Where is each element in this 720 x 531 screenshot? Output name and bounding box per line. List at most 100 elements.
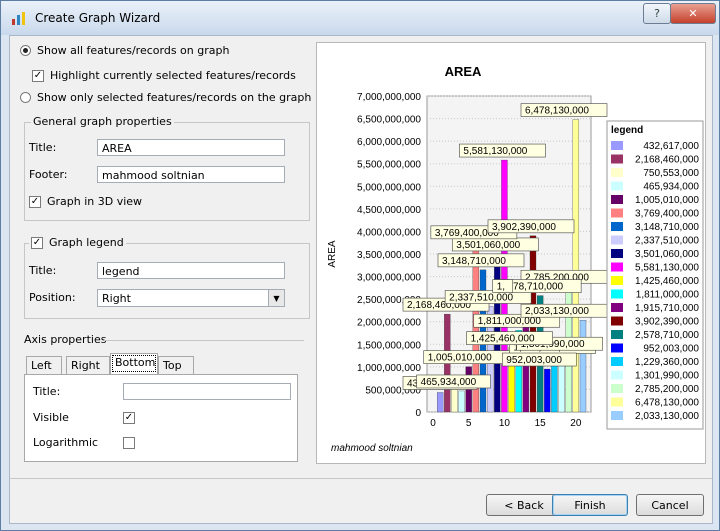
footer-input[interactable]: mahmood soltnian <box>97 166 285 183</box>
graph-app-icon <box>12 12 25 25</box>
legend-item-label: 952,003,000 <box>643 344 699 355</box>
show-all-label: Show all features/records on graph <box>37 44 230 57</box>
legend-swatch <box>611 181 623 191</box>
legend-swatch <box>611 262 623 272</box>
bar-callout-label: 5,581,130,000 <box>463 146 527 157</box>
legend-swatch <box>611 397 623 407</box>
legend-title-label: Title: <box>29 264 57 277</box>
tab-left[interactable]: Left <box>26 356 62 374</box>
graph-legend-option[interactable]: ✓ Graph legend <box>29 236 126 249</box>
show-all-option[interactable]: Show all features/records on graph <box>20 44 229 57</box>
bar-callout-label: 465,934,000 <box>421 377 477 388</box>
legend-title: legend <box>611 125 643 136</box>
legend-item-label: 2,337,510,000 <box>635 236 699 247</box>
legend-item-label: 1,425,460,000 <box>635 276 699 287</box>
position-value: Right <box>102 292 131 305</box>
chart-title: AREA <box>445 64 482 79</box>
legend-swatch <box>611 276 623 285</box>
finish-button[interactable]: Finish <box>552 494 628 516</box>
logarithmic-label: Logarithmic <box>33 436 99 449</box>
legend-title-input[interactable]: legend <box>97 262 285 279</box>
general-properties-group: General graph properties Title: AREA Foo… <box>24 115 310 221</box>
legend-item-label: 3,769,400,000 <box>635 209 699 220</box>
cancel-button[interactable]: Cancel <box>636 494 704 516</box>
graph-3d-checkbox[interactable]: ✓ <box>29 195 41 208</box>
bar <box>458 390 465 413</box>
visible-checkbox[interactable]: ✓ <box>123 412 135 424</box>
y-tick-label: 4,000,000,000 <box>357 227 421 238</box>
axis-divider <box>104 340 304 341</box>
axis-title-label: Title: <box>33 385 61 398</box>
bar-callout-label: 3,902,390,000 <box>492 222 556 233</box>
bar <box>579 320 587 413</box>
bar-callout-label: 1,425,460,000 <box>471 334 535 345</box>
highlight-option[interactable]: ✓ Highlight currently selected features/… <box>32 69 296 82</box>
legend-item-label: 432,617,000 <box>643 141 699 152</box>
legend-swatch <box>611 208 623 218</box>
chart-preview: AREA 0 500,000,000 1,000,000,000 1,500,000,0… <box>316 42 706 464</box>
x-tick-label: 15 <box>535 418 547 429</box>
graph-3d-option[interactable]: ✓ Graph in 3D view <box>29 195 142 208</box>
legend-swatch <box>611 141 623 150</box>
y-tick-label: 5,000,000,000 <box>357 182 421 193</box>
y-tick-label: 1,500,000,000 <box>357 340 421 351</box>
graph-legend-checkbox[interactable]: ✓ <box>31 236 43 249</box>
legend-group: ✓ Graph legend Title: legend Position: R… <box>24 236 310 319</box>
show-selected-radio[interactable] <box>20 92 31 103</box>
legend-item-label: 1,915,710,000 <box>635 303 699 314</box>
legend-swatch <box>611 154 623 164</box>
legend-item-label: 2,168,460,000 <box>635 155 699 166</box>
x-tick-label: 0 <box>430 418 436 429</box>
y-tick-label: 1,000,000,000 <box>357 363 421 374</box>
legend-swatch <box>611 384 623 393</box>
chevron-down-icon[interactable]: ▼ <box>268 290 284 306</box>
bar <box>572 119 580 413</box>
legend-item-label: 3,501,060,000 <box>635 249 699 260</box>
bar <box>544 368 551 413</box>
legend-swatch <box>611 168 623 177</box>
legend-swatch <box>611 343 623 353</box>
y-tick-label: 0 <box>415 408 421 419</box>
back-button[interactable]: < Back <box>486 494 562 516</box>
show-all-radio[interactable] <box>20 45 31 56</box>
y-tick-label: 4,500,000,000 <box>357 205 421 216</box>
legend-item-label: 750,553,000 <box>643 168 699 179</box>
legend-swatch <box>611 303 623 312</box>
wizard-window: Create Graph Wizard ? ✕ Show all feature… <box>0 0 720 531</box>
legend-item-label: 2,033,130,000 <box>635 411 699 422</box>
help-icon: ? <box>654 7 660 20</box>
y-tick-label: 2,000,000,000 <box>357 318 421 329</box>
y-tick-label: 3,000,000,000 <box>357 273 421 284</box>
tab-top[interactable]: Top <box>158 356 194 374</box>
legend-item-label: 6,478,130,000 <box>635 398 699 409</box>
bar-callout-label: 2,033,130,000 <box>525 306 589 317</box>
title-input[interactable]: AREA <box>97 139 285 156</box>
help-button[interactable]: ? <box>643 3 671 24</box>
graph-legend-label: Graph legend <box>49 236 124 249</box>
y-tick-label: 6,000,000,000 <box>357 137 421 148</box>
tab-right[interactable]: Right <box>66 356 110 374</box>
title-bar: Create Graph Wizard ? ✕ <box>1 1 719 35</box>
legend-item-label: 1,005,010,000 <box>635 195 699 206</box>
show-selected-label: Show only selected features/records on t… <box>37 91 312 104</box>
show-selected-option[interactable]: Show only selected features/records on t… <box>20 91 311 104</box>
close-icon: ✕ <box>688 7 698 20</box>
bar-callout-label: 3,501,060,000 <box>456 240 520 251</box>
window-title: Create Graph Wizard <box>35 11 161 25</box>
y-tick-label: 7,000,000,000 <box>357 92 421 103</box>
tab-bottom[interactable]: Bottom <box>110 353 158 374</box>
y-axis-label: AREA <box>327 240 338 268</box>
y-tick-label: 6,500,000,000 <box>357 115 421 126</box>
bar <box>436 392 444 413</box>
y-tick-label: 3,500,000,000 <box>357 250 421 261</box>
legend-item-label: 1,229,360,000 <box>635 357 699 368</box>
axis-title-input[interactable] <box>123 383 291 400</box>
legend-swatch <box>611 249 623 258</box>
legend-item-label: 3,902,390,000 <box>635 317 699 328</box>
logarithmic-checkbox[interactable] <box>123 437 135 449</box>
x-tick-label: 5 <box>466 418 472 429</box>
highlight-label: Highlight currently selected features/re… <box>50 69 296 82</box>
position-select[interactable]: Right ▼ <box>97 289 285 307</box>
close-button[interactable]: ✕ <box>670 3 716 24</box>
highlight-checkbox[interactable]: ✓ <box>32 69 44 82</box>
